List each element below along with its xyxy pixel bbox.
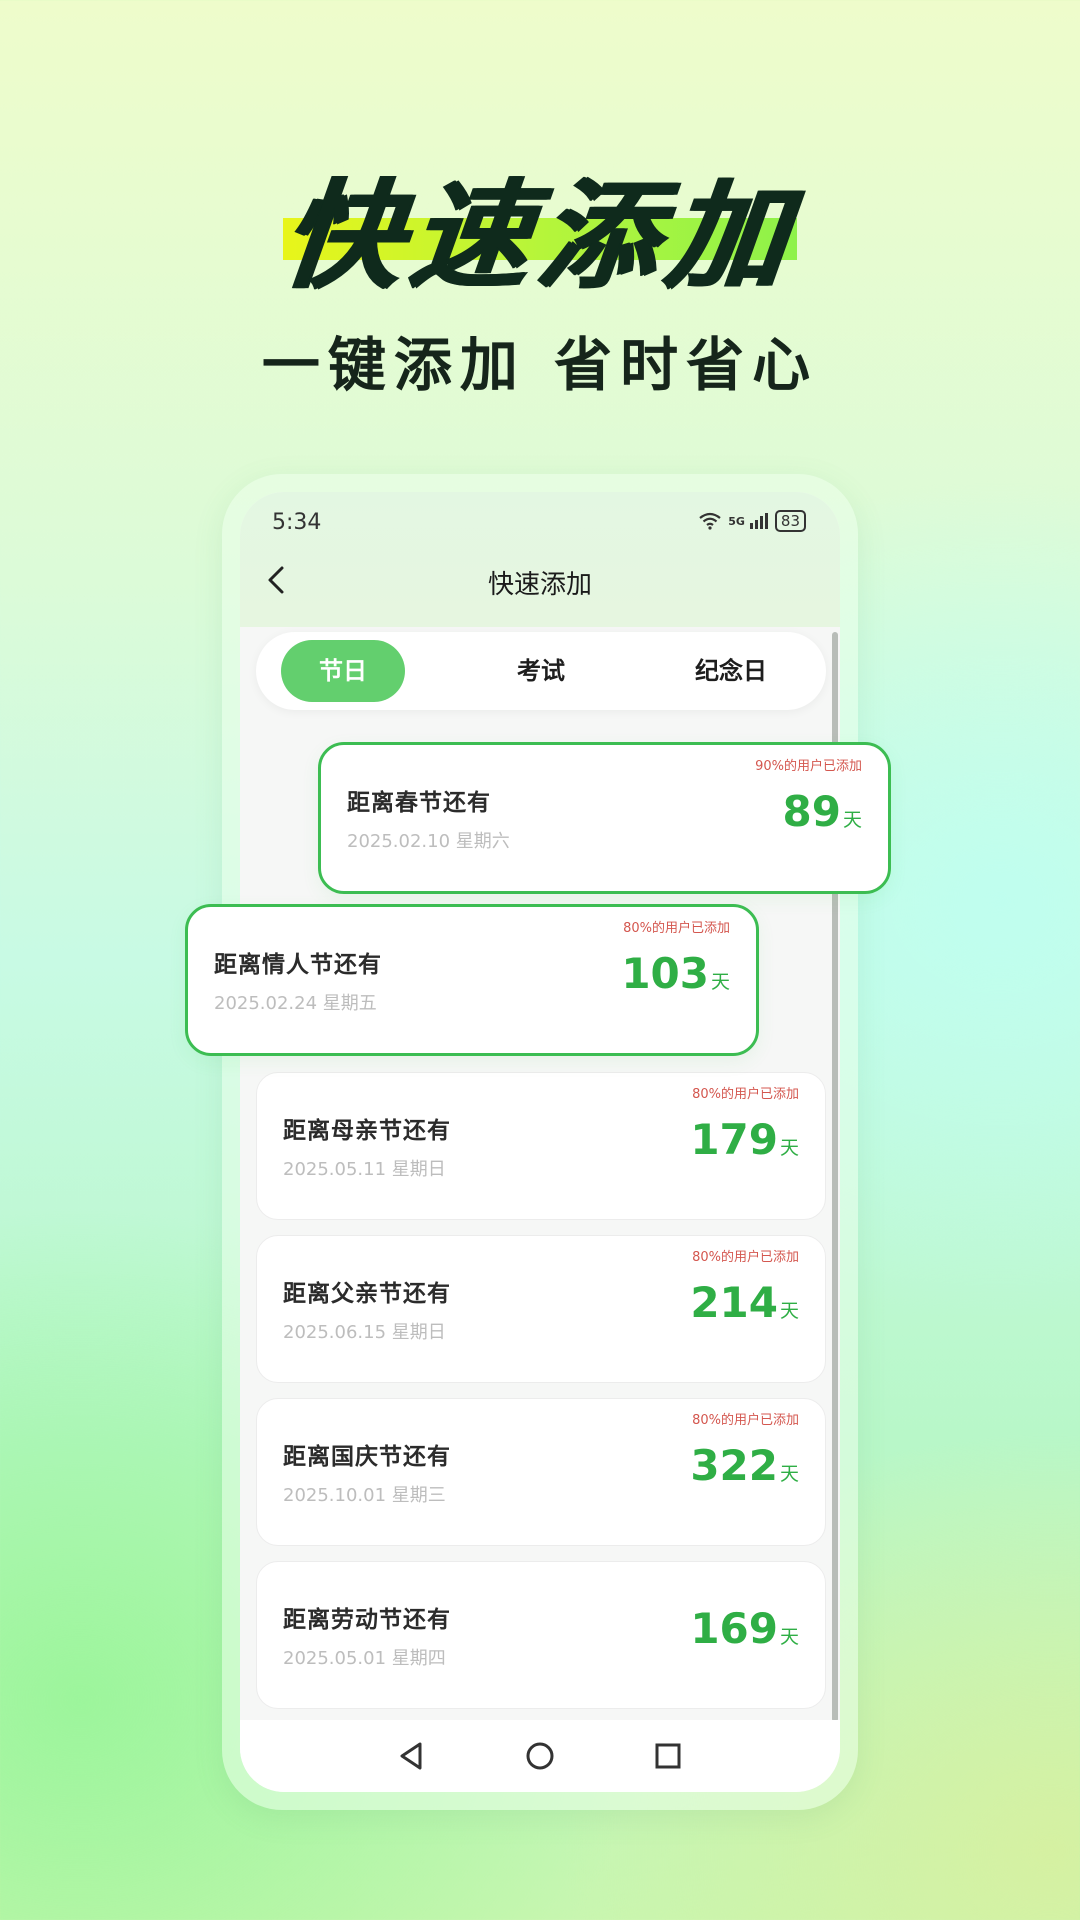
card-date: 2025.05.11 星期日: [283, 1159, 446, 1180]
days-value: 179: [690, 1115, 778, 1164]
wifi-icon: [699, 512, 721, 530]
card-title: 距离情人节还有: [214, 952, 382, 978]
status-icons: 5G 83: [698, 510, 806, 532]
days-unit: 天: [779, 1463, 799, 1485]
card-title: 距离春节还有: [347, 790, 491, 816]
days-unit: 天: [779, 1626, 799, 1648]
tab-anniversaries[interactable]: 纪念日: [676, 640, 786, 702]
hero-title-block: 快速添加: [0, 140, 1080, 305]
card-spring-festival[interactable]: 90%的用户已添加 距离春节还有 2025.02.10 星期六 89 天: [318, 742, 891, 894]
days-value: 322: [690, 1441, 778, 1490]
status-time: 5:34: [272, 510, 322, 535]
card-countdown: 322 天: [690, 1441, 799, 1490]
days-value: 214: [690, 1278, 778, 1327]
battery-icon: 83: [774, 510, 806, 532]
card-popularity-hint: 80%的用户已添加: [692, 1250, 799, 1265]
card-countdown: 103 天: [621, 949, 730, 998]
card-date: 2025.05.01 星期四: [283, 1648, 446, 1669]
system-nav-bar: [240, 1720, 840, 1792]
card-title: 距离劳动节还有: [283, 1607, 451, 1633]
days-unit: 天: [842, 809, 862, 831]
card-countdown: 179 天: [690, 1115, 799, 1164]
card-countdown: 89 天: [783, 787, 862, 836]
tab-holidays[interactable]: 节日: [281, 640, 405, 702]
days-unit: 天: [779, 1137, 799, 1159]
nav-recents-square-icon[interactable]: [646, 1734, 690, 1778]
days-value: 89: [782, 787, 841, 836]
hero-title: 快速添加: [275, 167, 803, 305]
page-title: 快速添加: [487, 570, 592, 600]
card-date: 2025.02.24 星期五: [214, 993, 377, 1014]
network-label: 5G: [728, 514, 745, 528]
days-value: 103: [621, 949, 709, 998]
card-date: 2025.02.10 星期六: [347, 831, 510, 852]
tab-bar: 节日 考试 纪念日: [256, 632, 826, 710]
phone-screen: 5:34 5G 83 快速添加 节日 考试 纪念日 80%的用户已添加 距离母亲…: [240, 492, 840, 1792]
card-date: 2025.06.15 星期日: [283, 1322, 446, 1343]
card-popularity-hint: 80%的用户已添加: [692, 1087, 799, 1102]
card-popularity-hint: 90%的用户已添加: [755, 759, 862, 774]
signal-icon: [749, 513, 768, 529]
card-valentines-day[interactable]: 80%的用户已添加 距离情人节还有 2025.02.24 星期五 103 天: [185, 904, 759, 1056]
days-unit: 天: [710, 971, 730, 993]
days-value: 169: [690, 1604, 778, 1653]
card-labor-day[interactable]: 距离劳动节还有 2025.05.01 星期四 169 天: [256, 1561, 826, 1709]
card-mothers-day[interactable]: 80%的用户已添加 距离母亲节还有 2025.05.11 星期日 179 天: [256, 1072, 826, 1220]
card-popularity-hint: 80%的用户已添加: [623, 921, 730, 936]
card-national-day[interactable]: 80%的用户已添加 距离国庆节还有 2025.10.01 星期三 322 天: [256, 1398, 826, 1546]
hero-subtitle: 一键添加 省时省心: [261, 331, 819, 399]
nav-back-triangle-icon[interactable]: [390, 1734, 434, 1778]
card-title: 距离国庆节还有: [283, 1444, 451, 1470]
card-countdown: 214 天: [690, 1278, 799, 1327]
card-fathers-day[interactable]: 80%的用户已添加 距离父亲节还有 2025.06.15 星期日 214 天: [256, 1235, 826, 1383]
days-unit: 天: [779, 1300, 799, 1322]
tab-exams[interactable]: 考试: [486, 640, 596, 702]
card-date: 2025.10.01 星期三: [283, 1485, 446, 1506]
top-area: 5:34 5G 83 快速添加: [240, 492, 840, 627]
card-popularity-hint: 80%的用户已添加: [692, 1413, 799, 1428]
card-title: 距离父亲节还有: [283, 1281, 451, 1307]
card-title: 距离母亲节还有: [283, 1118, 451, 1144]
nav-home-circle-icon[interactable]: [518, 1734, 562, 1778]
card-countdown: 169 天: [690, 1604, 799, 1653]
